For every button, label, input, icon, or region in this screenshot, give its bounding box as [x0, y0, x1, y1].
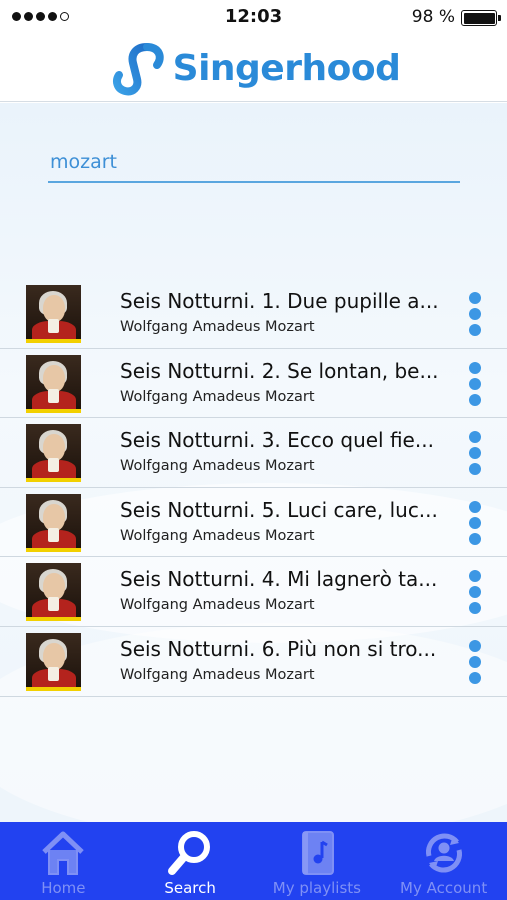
account-refresh-icon [425, 833, 462, 873]
artist-name: Wolfgang Amadeus Mozart [120, 388, 315, 405]
artist-name: Wolfgang Amadeus Mozart [120, 527, 315, 544]
more-options-icon[interactable] [466, 570, 484, 615]
artist-thumbnail [26, 632, 81, 691]
song-title: Seis Notturni. 6. Più non si tro... [120, 636, 437, 661]
tab-label: My Account [400, 879, 488, 897]
app-header: Singerhood [0, 36, 507, 102]
more-options-icon[interactable] [466, 500, 484, 545]
search-icon [168, 831, 211, 875]
song-title: Seis Notturni. 1. Due pupille a... [120, 289, 439, 313]
artist-thumbnail [26, 285, 81, 343]
result-row[interactable]: Seis Notturni. 4. Mi lagnerò ta... Wolfga… [0, 557, 507, 627]
battery-icon [461, 10, 501, 26]
result-row[interactable]: Seis Notturni. 1. Due pupille a... Wolfga… [0, 279, 507, 349]
result-row[interactable]: Seis Notturni. 2. Se lontan, be... Wolfga… [0, 349, 507, 419]
result-text: Seis Notturni. 5. Luci care, luc... Wolfg… [120, 496, 440, 544]
result-row[interactable]: Seis Notturni. 6. Più non si tro... Wolfg… [0, 627, 507, 697]
more-options-icon[interactable] [466, 361, 484, 406]
more-options-icon[interactable] [466, 292, 484, 336]
tab-my-playlists[interactable]: My playlists [254, 822, 381, 900]
song-title: Seis Notturni. 5. Luci care, luc... [120, 497, 438, 522]
home-icon [42, 831, 85, 875]
more-options-icon[interactable] [466, 431, 484, 476]
tab-label: Home [41, 879, 86, 897]
brand-name: Singerhood [172, 48, 401, 89]
search-content: Seis Notturni. 1. Due pupille a... Wolfga… [0, 103, 507, 822]
tab-label: My playlists [272, 879, 361, 897]
artist-thumbnail [26, 424, 81, 483]
tab-home[interactable]: Home [0, 822, 127, 900]
result-text: Seis Notturni. 3. Ecco quel fie... Wolfga… [120, 426, 440, 474]
battery-percentage: 98 % [411, 7, 455, 27]
artist-thumbnail [26, 493, 81, 552]
result-text: Seis Notturni. 6. Più non si tro... Wolfg… [120, 635, 440, 683]
search-input[interactable] [48, 143, 460, 183]
result-row[interactable]: Seis Notturni. 5. Luci care, luc... Wolfg… [0, 488, 507, 558]
artist-name: Wolfgang Amadeus Mozart [120, 319, 315, 335]
tab-label: Search [164, 879, 216, 897]
more-options-icon[interactable] [466, 639, 484, 684]
status-bar: 12:03 98 % [0, 0, 507, 36]
artist-name: Wolfgang Amadeus Mozart [120, 597, 315, 614]
singerhood-logo-icon [112, 42, 164, 95]
artist-name: Wolfgang Amadeus Mozart [120, 458, 315, 475]
results-list: Seis Notturni. 1. Due pupille a... Wolfga… [0, 279, 507, 697]
tab-my-account[interactable]: My Account [380, 822, 507, 900]
result-text: Seis Notturni. 2. Se lontan, be... Wolfga… [120, 357, 440, 405]
artist-thumbnail [26, 563, 81, 622]
artist-thumbnail [26, 354, 81, 413]
song-title: Seis Notturni. 3. Ecco quel fie... [120, 428, 434, 453]
tab-search[interactable]: Search [127, 822, 254, 900]
result-text: Seis Notturni. 4. Mi lagnerò ta... Wolfga… [120, 565, 440, 613]
song-title: Seis Notturni. 4. Mi lagnerò ta... [120, 567, 438, 592]
artist-name: Wolfgang Amadeus Mozart [120, 666, 315, 683]
result-row[interactable]: Seis Notturni. 3. Ecco quel fie... Wolfga… [0, 418, 507, 488]
playlist-book-icon [301, 831, 334, 875]
tab-bar: Home Search My playlists My Account [0, 822, 507, 900]
result-text: Seis Notturni. 1. Due pupille a... Wolfga… [120, 287, 440, 335]
song-title: Seis Notturni. 2. Se lontan, be... [120, 358, 439, 383]
